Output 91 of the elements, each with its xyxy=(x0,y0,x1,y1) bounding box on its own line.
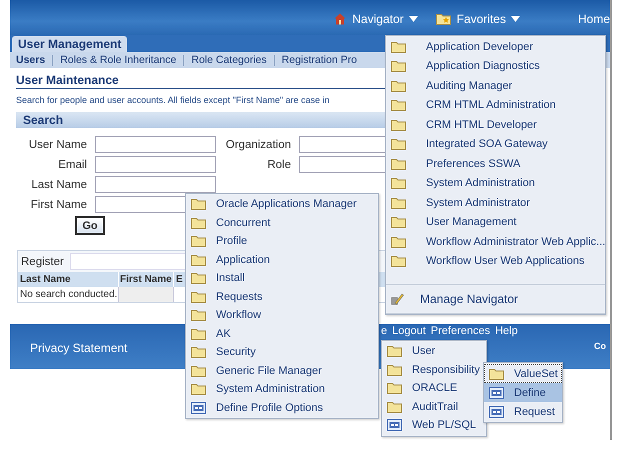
folder-icon xyxy=(391,177,406,190)
subtab[interactable]: Roles & Role Inheritance xyxy=(52,54,184,66)
menu-item[interactable]: Workflow User Web Applications xyxy=(386,252,605,271)
navigator-menu-link[interactable]: Navigator xyxy=(352,12,418,26)
folder-icon xyxy=(191,254,206,266)
menu-item[interactable]: System Administrator xyxy=(386,193,605,212)
footer-link[interactable]: Help xyxy=(495,325,518,337)
menu-item[interactable]: System Administration xyxy=(386,174,605,193)
folder-icon xyxy=(387,382,402,394)
folder-icon xyxy=(191,235,206,248)
footer-link[interactable]: e xyxy=(381,325,388,337)
menu-item[interactable]: Preferences SSWA xyxy=(386,154,605,174)
folder-icon xyxy=(391,255,406,268)
folder-icon xyxy=(191,198,206,210)
description-text: Search for people and user accounts. All fields except "First Name" are case in xyxy=(16,95,330,105)
menu-item[interactable]: Oracle Applications Manager xyxy=(186,195,378,214)
menu-item[interactable]: Workflow Administrator Web Applic... xyxy=(386,232,605,252)
menu-item[interactable]: Workflow xyxy=(186,306,378,324)
menu-item[interactable]: Install xyxy=(186,269,378,288)
form-icon xyxy=(489,406,504,418)
folder-icon xyxy=(191,346,206,358)
menu-item[interactable]: Generic File Manager xyxy=(186,362,378,380)
menu-item[interactable]: Integrated SOA Gateway xyxy=(386,134,605,154)
menu-item[interactable]: Responsibility xyxy=(382,360,486,379)
menu-item[interactable]: AK xyxy=(186,324,378,343)
menu-item[interactable]: AuditTrail xyxy=(382,398,486,416)
field-label: Role xyxy=(266,158,291,170)
caret-icon xyxy=(510,16,520,22)
tab[interactable]: User Management xyxy=(12,36,128,52)
input-field[interactable] xyxy=(95,156,216,173)
folder-icon xyxy=(191,383,206,396)
folder-icon xyxy=(391,196,406,209)
star-folder-icon xyxy=(436,12,451,24)
field-label: Email xyxy=(57,158,87,170)
folder-icon xyxy=(391,158,406,170)
go-button[interactable]: Go xyxy=(75,216,105,235)
menu-item[interactable]: Application Developer xyxy=(386,37,605,56)
menu-item[interactable]: Request xyxy=(484,402,562,421)
field-label: Organization xyxy=(224,138,291,150)
footer-link[interactable]: Preferences xyxy=(430,325,490,337)
menu-item[interactable]: User xyxy=(382,342,486,360)
menu-item[interactable]: Define Profile Options xyxy=(186,398,378,417)
folder-icon xyxy=(391,118,406,131)
home-icon xyxy=(334,12,346,24)
folder-icon xyxy=(387,345,402,358)
folder-icon xyxy=(391,60,406,72)
folder-icon xyxy=(191,328,206,340)
subtab[interactable]: Role Categories xyxy=(183,54,274,66)
manage-navigator-item[interactable]: Manage Navigator xyxy=(386,285,605,314)
folder-icon xyxy=(391,216,406,228)
menu-item[interactable]: Security xyxy=(186,343,378,362)
input-field[interactable] xyxy=(95,176,216,193)
folder-icon xyxy=(391,236,406,248)
folder-icon xyxy=(191,272,206,284)
folder-icon xyxy=(191,309,206,322)
folder-icon xyxy=(391,138,406,150)
menu-item[interactable]: Define xyxy=(484,383,562,402)
menu-item[interactable]: Web PL/SQL xyxy=(382,416,486,434)
footer-link[interactable]: Logout xyxy=(392,325,426,337)
form-icon xyxy=(191,402,206,414)
folder-icon xyxy=(191,290,206,303)
menu-item[interactable]: User Management xyxy=(386,212,605,232)
subtab[interactable]: Registration Pro xyxy=(274,54,364,66)
folder-icon xyxy=(191,216,206,229)
menu-item[interactable]: Concurrent xyxy=(186,214,378,232)
field-label: User Name xyxy=(28,138,87,150)
input-field[interactable] xyxy=(95,136,216,153)
menu-item[interactable]: Requests xyxy=(186,288,378,306)
home-link[interactable]: Home xyxy=(578,12,610,26)
form-icon xyxy=(489,386,504,398)
folder-icon xyxy=(391,80,406,92)
menu-item[interactable]: System Administration xyxy=(186,380,378,398)
menu-item[interactable]: Application Diagnostics xyxy=(386,56,605,76)
pencil-icon xyxy=(390,292,404,306)
favorites-menu-link[interactable]: Favorites xyxy=(456,12,520,26)
menu-item[interactable]: ORACLE xyxy=(382,379,486,398)
form-icon xyxy=(387,419,402,432)
folder-icon xyxy=(387,400,402,413)
privacy-link[interactable]: Privacy Statement xyxy=(30,341,128,355)
field-label: Last Name xyxy=(30,178,87,190)
menu-item[interactable]: CRM HTML Administration xyxy=(386,96,605,115)
folder-icon xyxy=(387,364,402,376)
register-label: Register xyxy=(21,256,64,268)
field-label: First Name xyxy=(30,198,87,210)
subtab[interactable]: Users xyxy=(16,54,52,66)
menu-item[interactable]: Application xyxy=(186,250,378,269)
caret-icon xyxy=(408,16,418,22)
folder-icon xyxy=(191,364,206,377)
menu-item[interactable]: Profile xyxy=(186,232,378,250)
column-header: E xyxy=(175,273,184,287)
copyright-text: Co xyxy=(594,341,606,351)
